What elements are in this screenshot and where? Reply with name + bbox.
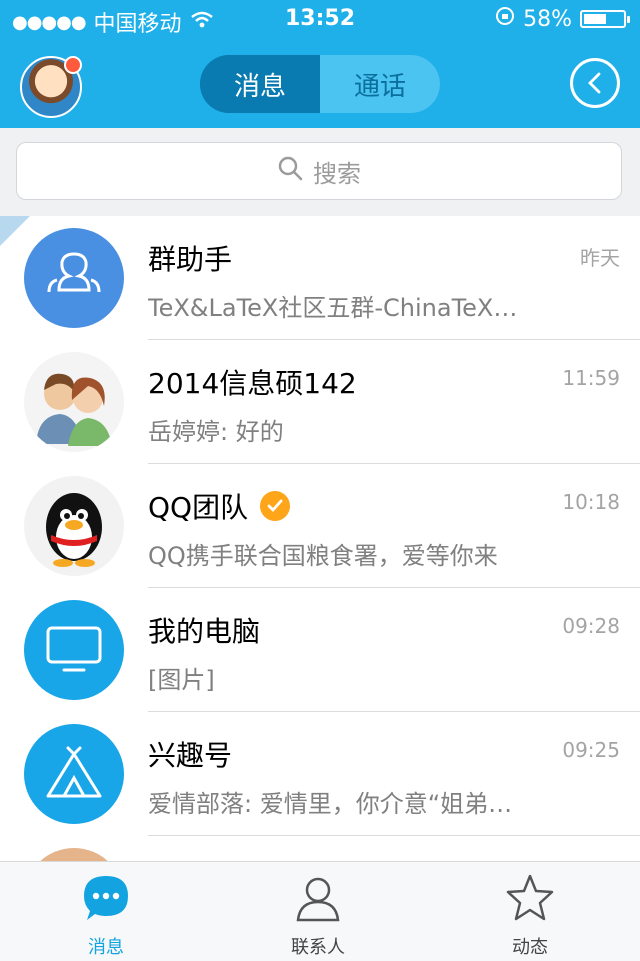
my-avatar[interactable] bbox=[20, 56, 82, 118]
conversation-item-partial[interactable] bbox=[0, 836, 640, 861]
tab-bar-messages[interactable]: 消息 bbox=[36, 872, 176, 959]
conversation-preview: TeX&LaTeX社区五群-ChinaTeX… bbox=[148, 294, 518, 322]
header: ●●●●● 中国移动 13:52 58% 消息 通话 bbox=[0, 0, 640, 128]
conversation-time: 10:18 bbox=[562, 490, 620, 514]
conversation-name: 群助手 bbox=[148, 243, 233, 276]
conversation-name: 2014信息硕142 bbox=[148, 367, 357, 400]
verified-badge-icon bbox=[260, 491, 291, 521]
tab-label: 动态 bbox=[512, 937, 548, 958]
conversation-preview: QQ携手联合国粮食署，爱等你来 bbox=[148, 542, 498, 570]
partial-avatar bbox=[24, 848, 124, 861]
conversation-name: QQ团队 bbox=[148, 491, 249, 524]
rotation-lock-icon bbox=[495, 6, 515, 32]
segment-control: 消息 通话 bbox=[200, 55, 440, 113]
tab-label: 消息 bbox=[88, 937, 124, 958]
star-icon bbox=[504, 872, 556, 929]
conversation-item[interactable]: 2014信息硕142 11:59 岳婷婷: 好的 bbox=[0, 340, 640, 464]
conversation-preview: [图片] bbox=[148, 666, 215, 694]
conversation-preview: 岳婷婷: 好的 bbox=[148, 418, 284, 446]
battery-fill bbox=[584, 14, 607, 24]
conversation-item[interactable]: 群助手 昨天 TeX&LaTeX社区五群-ChinaTeX… bbox=[0, 216, 640, 340]
conversation-item[interactable]: 兴趣号 09:25 爱情部落: 爱情里，你介意“姐弟… bbox=[0, 712, 640, 836]
tab-bar-contacts[interactable]: 联系人 bbox=[248, 872, 388, 959]
battery-icon bbox=[580, 10, 630, 28]
tab-messages[interactable]: 消息 bbox=[200, 55, 320, 113]
back-button[interactable] bbox=[570, 58, 620, 108]
tent-icon bbox=[24, 724, 124, 824]
notification-dot bbox=[64, 56, 82, 74]
chevron-left-icon bbox=[588, 72, 601, 94]
couple-avatar bbox=[24, 352, 124, 452]
tab-calls[interactable]: 通话 bbox=[320, 55, 440, 113]
conversation-preview: 爱情部落: 爱情里，你介意“姐弟… bbox=[148, 790, 513, 818]
conversation-time: 昨天 bbox=[580, 246, 620, 270]
contacts-icon bbox=[292, 872, 344, 929]
conversation-time: 11:59 bbox=[562, 366, 620, 390]
conversation-item[interactable]: QQ团队 10:18 QQ携手联合国粮食署，爱等你来 bbox=[0, 464, 640, 588]
conversation-name: 我的电脑 bbox=[148, 615, 261, 648]
conversation-item[interactable]: 我的电脑 09:28 [图片] bbox=[0, 588, 640, 712]
conversation-name: 兴趣号 bbox=[148, 739, 233, 772]
conversation-time: 09:25 bbox=[562, 738, 620, 762]
search-placeholder: 搜索 bbox=[313, 159, 361, 188]
search-bar: 搜索 bbox=[0, 128, 640, 216]
tab-bar-feed[interactable]: 动态 bbox=[460, 872, 600, 959]
penguin-avatar bbox=[24, 476, 124, 576]
bottom-tab-bar: 消息 联系人 动态 bbox=[0, 861, 640, 961]
conversation-list[interactable]: 群助手 昨天 TeX&LaTeX社区五群-ChinaTeX… 2014信息硕14… bbox=[0, 216, 640, 861]
status-bar: ●●●●● 中国移动 13:52 58% bbox=[0, 0, 640, 40]
chat-bubble-icon bbox=[80, 872, 132, 929]
monitor-icon bbox=[24, 600, 124, 700]
battery-percent: 58% bbox=[523, 6, 572, 32]
tab-label: 联系人 bbox=[291, 937, 345, 958]
group-helper-icon bbox=[24, 228, 124, 328]
conversation-time: 09:28 bbox=[562, 614, 620, 638]
search-input[interactable]: 搜索 bbox=[16, 142, 622, 200]
search-icon bbox=[277, 155, 303, 187]
